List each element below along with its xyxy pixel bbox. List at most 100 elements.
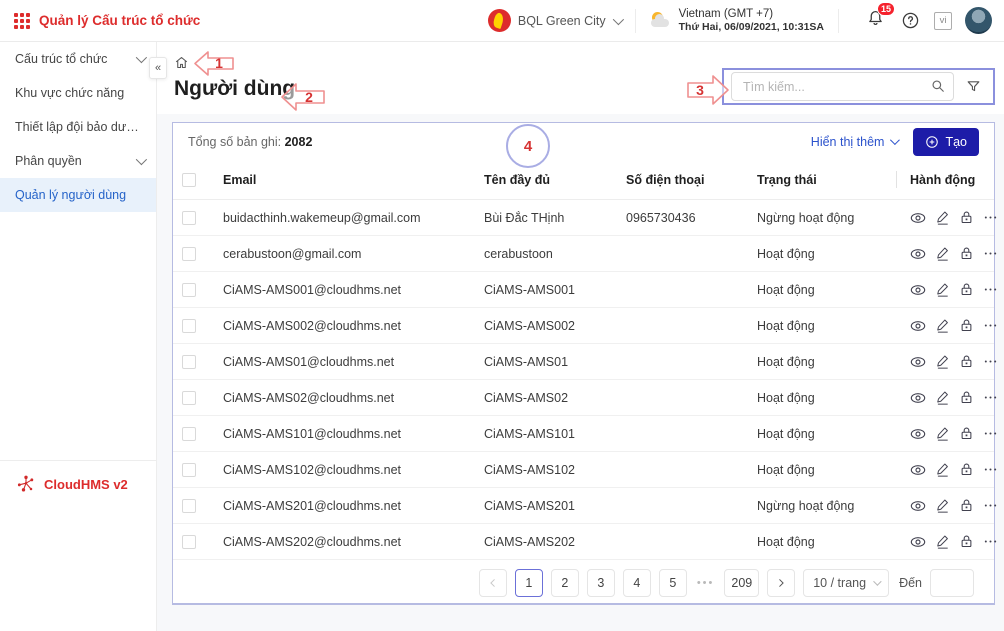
row-checkbox[interactable] <box>182 535 196 549</box>
row-checkbox[interactable] <box>182 499 196 513</box>
row-checkbox[interactable] <box>182 211 196 225</box>
edit-button[interactable] <box>935 462 950 477</box>
pagination-page-5[interactable]: 5 <box>659 569 687 597</box>
edit-button[interactable] <box>935 282 950 297</box>
ellipsis-icon <box>983 426 998 441</box>
edit-button[interactable] <box>935 534 950 549</box>
sidebar-item-khu-vuc-chuc-nang[interactable]: Khu vực chức năng <box>0 76 156 110</box>
column-header-status[interactable]: Trạng thái <box>757 160 896 199</box>
more-actions-button[interactable] <box>983 534 998 549</box>
row-checkbox[interactable] <box>182 355 196 369</box>
language-switcher[interactable]: vi <box>934 12 952 30</box>
user-avatar[interactable] <box>965 7 992 34</box>
edit-button[interactable] <box>935 426 950 441</box>
cell-status: Hoạt động <box>757 427 896 441</box>
more-actions-button[interactable] <box>983 318 998 333</box>
more-actions-button[interactable] <box>983 390 998 405</box>
jump-to-page-input[interactable] <box>930 569 974 597</box>
chevron-down-icon <box>612 13 623 24</box>
lock-button[interactable] <box>959 426 974 441</box>
search-input[interactable] <box>731 72 954 101</box>
lock-button[interactable] <box>959 246 974 261</box>
lock-button[interactable] <box>959 210 974 225</box>
org-selector[interactable]: BQL Green City <box>488 9 621 32</box>
more-actions-button[interactable] <box>983 462 998 477</box>
edit-button[interactable] <box>935 390 950 405</box>
app-grid-icon[interactable] <box>14 13 30 29</box>
lock-button[interactable] <box>959 390 974 405</box>
column-header-email[interactable]: Email <box>223 160 484 199</box>
edit-button[interactable] <box>935 354 950 369</box>
app-window: Quản lý Cấu trúc tổ chức BQL Green City … <box>0 0 1004 631</box>
view-button[interactable] <box>910 354 926 370</box>
sidebar-item-cau-truc-to-chuc[interactable]: Cấu trúc tổ chức <box>0 42 156 76</box>
cell-email: CiAMS-AMS02@cloudhms.net <box>223 391 484 405</box>
pagination-next-button[interactable] <box>767 569 795 597</box>
row-checkbox[interactable] <box>182 247 196 261</box>
view-button[interactable] <box>910 210 926 226</box>
row-checkbox[interactable] <box>182 283 196 297</box>
pagination-page-3[interactable]: 3 <box>587 569 615 597</box>
edit-button[interactable] <box>935 246 950 261</box>
sidebar-item-thiet-lap-doi-bao-duong[interactable]: Thiết lập đội bảo dưỡng khu ... <box>0 110 156 144</box>
column-header-full-name[interactable]: Tên đầy đủ <box>484 160 626 199</box>
eye-icon <box>910 210 926 226</box>
notifications-button[interactable]: 15 <box>867 9 884 32</box>
cell-actions <box>896 390 998 406</box>
lock-button[interactable] <box>959 282 974 297</box>
ellipsis-icon <box>983 390 998 405</box>
row-checkbox[interactable] <box>182 427 196 441</box>
row-checkbox[interactable] <box>182 319 196 333</box>
more-actions-button[interactable] <box>983 246 998 261</box>
search-area <box>722 68 995 105</box>
lock-icon <box>959 426 974 441</box>
page-size-select[interactable]: 10 / trang <box>803 569 889 597</box>
view-button[interactable] <box>910 246 926 262</box>
breadcrumb[interactable] <box>174 55 189 75</box>
view-button[interactable] <box>910 462 926 478</box>
pagination-ellipsis[interactable]: ••• <box>697 577 715 589</box>
more-actions-button[interactable] <box>983 426 998 441</box>
create-button[interactable]: Tạo <box>913 128 979 156</box>
pagination-prev-button[interactable] <box>479 569 507 597</box>
lock-button[interactable] <box>959 354 974 369</box>
lock-button[interactable] <box>959 462 974 477</box>
search-icon[interactable] <box>931 79 945 98</box>
pagination-page-1[interactable]: 1 <box>515 569 543 597</box>
show-more-link[interactable]: Hiển thị thêm <box>811 135 898 149</box>
cell-email: CiAMS-AMS101@cloudhms.net <box>223 427 484 441</box>
column-header-phone[interactable]: Số điện thoại <box>626 160 757 199</box>
help-button[interactable] <box>902 12 919 29</box>
sidebar-item-quan-ly-nguoi-dung[interactable]: Quản lý người dùng <box>0 178 156 212</box>
more-actions-button[interactable] <box>983 210 998 225</box>
more-actions-button[interactable] <box>983 282 998 297</box>
cell-full-name: CiAMS-AMS202 <box>484 535 626 549</box>
view-button[interactable] <box>910 318 926 334</box>
ellipsis-icon <box>983 534 998 549</box>
view-button[interactable] <box>910 534 926 550</box>
pagination-page-2[interactable]: 2 <box>551 569 579 597</box>
view-button[interactable] <box>910 498 926 514</box>
view-button[interactable] <box>910 282 926 298</box>
lock-button[interactable] <box>959 534 974 549</box>
filter-button[interactable] <box>958 72 988 101</box>
edit-button[interactable] <box>935 498 950 513</box>
view-button[interactable] <box>910 390 926 406</box>
cell-full-name: CiAMS-AMS001 <box>484 283 626 297</box>
row-checkbox[interactable] <box>182 391 196 405</box>
region-datetime: Vietnam (GMT +7) Thứ Hai, 06/09/2021, 10… <box>650 7 824 35</box>
lock-button[interactable] <box>959 318 974 333</box>
select-all-checkbox[interactable] <box>182 173 196 187</box>
lock-button[interactable] <box>959 498 974 513</box>
chevron-left-icon <box>488 578 498 588</box>
more-actions-button[interactable] <box>983 498 998 513</box>
sidebar-item-phan-quyen[interactable]: Phân quyền <box>0 144 156 178</box>
edit-button[interactable] <box>935 318 950 333</box>
view-button[interactable] <box>910 426 926 442</box>
pagination-page-last[interactable]: 209 <box>724 569 759 597</box>
pagination-page-4[interactable]: 4 <box>623 569 651 597</box>
more-actions-button[interactable] <box>983 354 998 369</box>
row-checkbox[interactable] <box>182 463 196 477</box>
edit-button[interactable] <box>935 210 950 225</box>
sidebar-collapse-button[interactable]: « <box>149 57 167 79</box>
